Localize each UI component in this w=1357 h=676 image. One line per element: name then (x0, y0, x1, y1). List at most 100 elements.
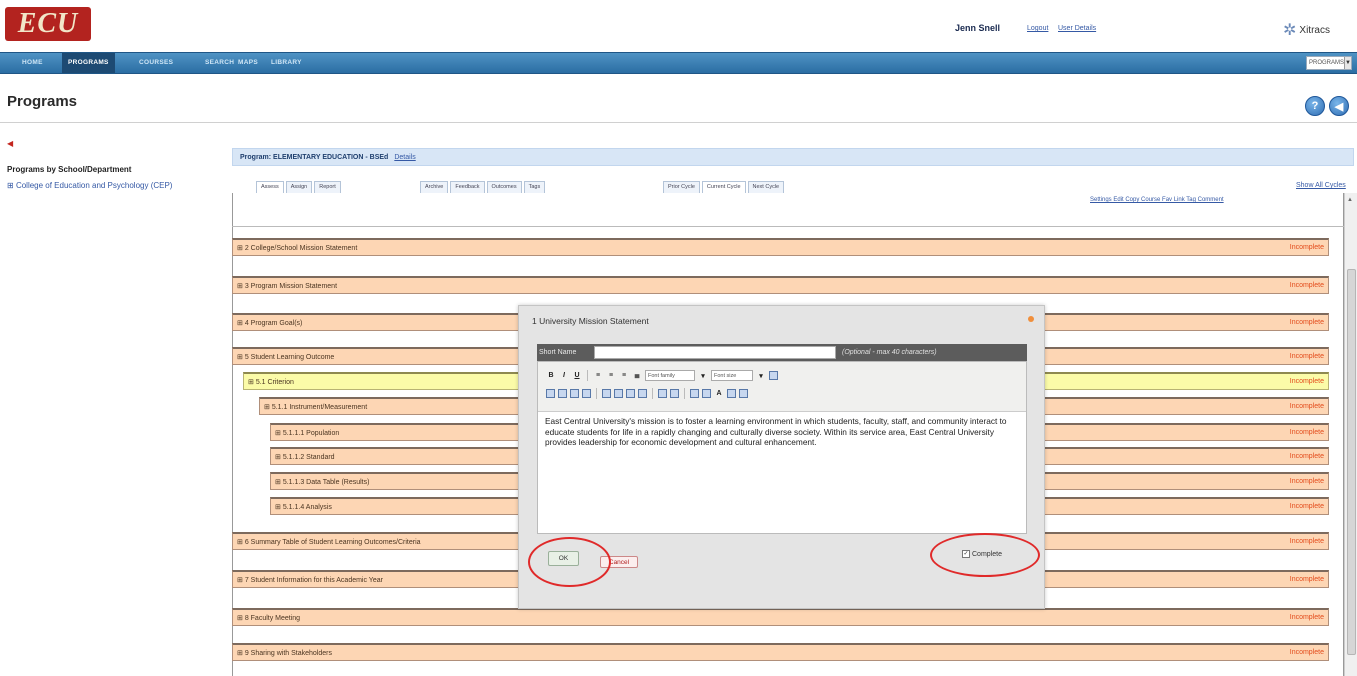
close-icon[interactable] (1028, 316, 1034, 322)
image-icon[interactable] (739, 389, 748, 398)
scroll-thumb[interactable] (1347, 269, 1356, 655)
help-icon[interactable]: ? (1305, 96, 1325, 116)
bold-button[interactable]: B (546, 372, 556, 379)
outcome-row[interactable]: ⊞ 2 College/School Mission Statement Inc… (232, 238, 1329, 256)
program-label: Program: ELEMENTARY EDUCATION - BSEd (240, 153, 389, 161)
nav-library[interactable]: LIBRARY (265, 53, 308, 73)
title-divider (0, 122, 1357, 123)
back-arrow-icon[interactable]: ◀ (7, 139, 13, 148)
align-justify-icon[interactable]: ≣ (632, 372, 642, 380)
row-status: Incomplete (1289, 244, 1324, 251)
indent-icon[interactable] (638, 389, 647, 398)
nav-maps[interactable]: MAPS (232, 53, 264, 73)
row-status: Incomplete (1289, 429, 1324, 436)
row-title: ⊞ 5.1.1.3 Data Table (Results) (275, 478, 370, 486)
item-action-links[interactable]: Settings Edit Copy Course Fav Link Tag C… (1090, 197, 1224, 203)
highlight-color-icon[interactable] (727, 389, 736, 398)
row-title: ⊞ 2 College/School Mission Statement (237, 244, 358, 252)
style-icon[interactable] (582, 389, 591, 398)
underline-button[interactable]: U (572, 372, 582, 379)
font-size-select[interactable]: Font size (711, 370, 753, 381)
outcome-row[interactable]: ⊞ 8 Faculty Meeting Incomplete (232, 608, 1329, 626)
align-center-icon[interactable]: ≡ (606, 372, 616, 379)
editor-content[interactable]: East Central University's mission is to … (538, 412, 1026, 452)
nav-programs[interactable]: PROGRAMS (62, 53, 115, 73)
chevron-down-icon[interactable]: ▾ (756, 372, 766, 380)
row-status: Incomplete (1289, 453, 1324, 460)
row-status: Incomplete (1289, 403, 1324, 410)
redo-icon[interactable] (670, 389, 679, 398)
page-title: Programs (7, 93, 78, 110)
program-bar: Program: ELEMENTARY EDUCATION - BSEd Det… (232, 148, 1354, 166)
show-all-cycles-link[interactable]: Show All Cycles (1296, 182, 1346, 189)
italic-button[interactable]: I (559, 372, 569, 379)
toolbar-row-2: A (546, 386, 1018, 401)
logout-link[interactable]: Logout (1027, 25, 1048, 32)
top-header: ECU Jenn Snell Logout User Details ✲ Xit… (0, 0, 1357, 44)
bullet-list-icon[interactable] (602, 389, 611, 398)
row-title: ⊞ 5.1.1 Instrument/Measurement (264, 403, 368, 411)
xitracs-brand: ✲ Xitracs (1283, 20, 1330, 40)
row-status: Incomplete (1289, 478, 1324, 485)
rich-text-editor: B I U ≡ ≡ ≡ ≣ Font family ▾ Font size ▾ (537, 361, 1027, 534)
complete-highlight-ring (930, 533, 1040, 577)
find-icon[interactable] (558, 389, 567, 398)
chevron-down-icon[interactable]: ▾ (698, 372, 708, 380)
toolbar-separator (587, 370, 588, 381)
outcome-row[interactable]: ⊞ 9 Sharing with Stakeholders Incomplete (232, 643, 1329, 661)
user-details-link[interactable]: User Details (1058, 25, 1096, 32)
left-panel-heading: Programs by School/Department (7, 165, 132, 174)
row-title: ⊞ 5 Student Learning Outcome (237, 353, 335, 361)
row-title: ⊞ 3 Program Mission Statement (237, 282, 338, 290)
xitracs-logo-icon: ✲ (1283, 22, 1297, 39)
row-title: ⊞ 6 Summary Table of Student Learning Ou… (237, 538, 421, 546)
row-title: ⊞ 5.1 Criterion (248, 378, 294, 386)
short-name-input[interactable] (594, 346, 836, 359)
nav-courses[interactable]: COURSES (133, 53, 179, 73)
undo-icon[interactable] (658, 389, 667, 398)
row-title: ⊞ 8 Faculty Meeting (237, 614, 301, 622)
program-details-link[interactable]: Details (394, 154, 415, 161)
toolbar-separator (652, 388, 653, 399)
row-status: Incomplete (1289, 378, 1324, 385)
dialog-title: 1 University Mission Statement (532, 316, 649, 326)
module-select-value: PROGRAMS (1309, 60, 1345, 66)
toolbar-separator (684, 388, 685, 399)
module-select[interactable]: PROGRAMS ▼ (1306, 56, 1352, 70)
short-name-hint: (Optional - max 40 characters) (842, 349, 937, 356)
row-title: ⊞ 9 Sharing with Stakeholders (237, 649, 332, 657)
align-right-icon[interactable]: ≡ (619, 372, 629, 379)
edit-source-icon[interactable] (769, 371, 778, 380)
back-icon[interactable]: ◀ (1329, 96, 1349, 116)
toolbar-row-1: B I U ≡ ≡ ≡ ≣ Font family ▾ Font size ▾ (546, 368, 1018, 383)
content-divider (232, 226, 1344, 227)
numbered-list-icon[interactable] (614, 389, 623, 398)
row-status: Incomplete (1289, 614, 1324, 621)
link-icon[interactable] (690, 389, 699, 398)
align-left-icon[interactable]: ≡ (593, 372, 603, 379)
row-status: Incomplete (1289, 319, 1324, 326)
paste-icon[interactable] (546, 389, 555, 398)
short-name-row: Short Name (Optional - max 40 characters… (537, 344, 1027, 361)
scroll-up-icon[interactable]: ▲ (1347, 197, 1353, 203)
row-status: Incomplete (1289, 538, 1324, 545)
logo-text: ECU (17, 8, 79, 39)
nav-home[interactable]: HOME (16, 53, 49, 73)
outcome-row[interactable]: ⊞ 3 Program Mission Statement Incomplete (232, 276, 1329, 294)
horizontal-rule-icon[interactable] (702, 389, 711, 398)
text-color-icon[interactable]: A (714, 390, 724, 397)
row-status: Incomplete (1289, 353, 1324, 360)
row-status: Incomplete (1289, 503, 1324, 510)
content-scrollbar[interactable]: ▲ (1344, 193, 1357, 676)
chevron-down-icon[interactable]: ▼ (1344, 57, 1351, 69)
row-title: ⊞ 5.1.1.1 Population (275, 429, 340, 437)
user-name: Jenn Snell (955, 23, 1001, 33)
replace-icon[interactable] (570, 389, 579, 398)
row-title: ⊞ 7 Student Information for this Academi… (237, 576, 383, 584)
outdent-icon[interactable] (626, 389, 635, 398)
toolbar-separator (596, 388, 597, 399)
editor-toolbar: B I U ≡ ≡ ≡ ≣ Font family ▾ Font size ▾ (538, 362, 1026, 412)
ecu-logo[interactable]: ECU (5, 7, 91, 41)
department-link[interactable]: ⊞ College of Education and Psychology (C… (7, 181, 207, 191)
font-family-select[interactable]: Font family (645, 370, 695, 381)
